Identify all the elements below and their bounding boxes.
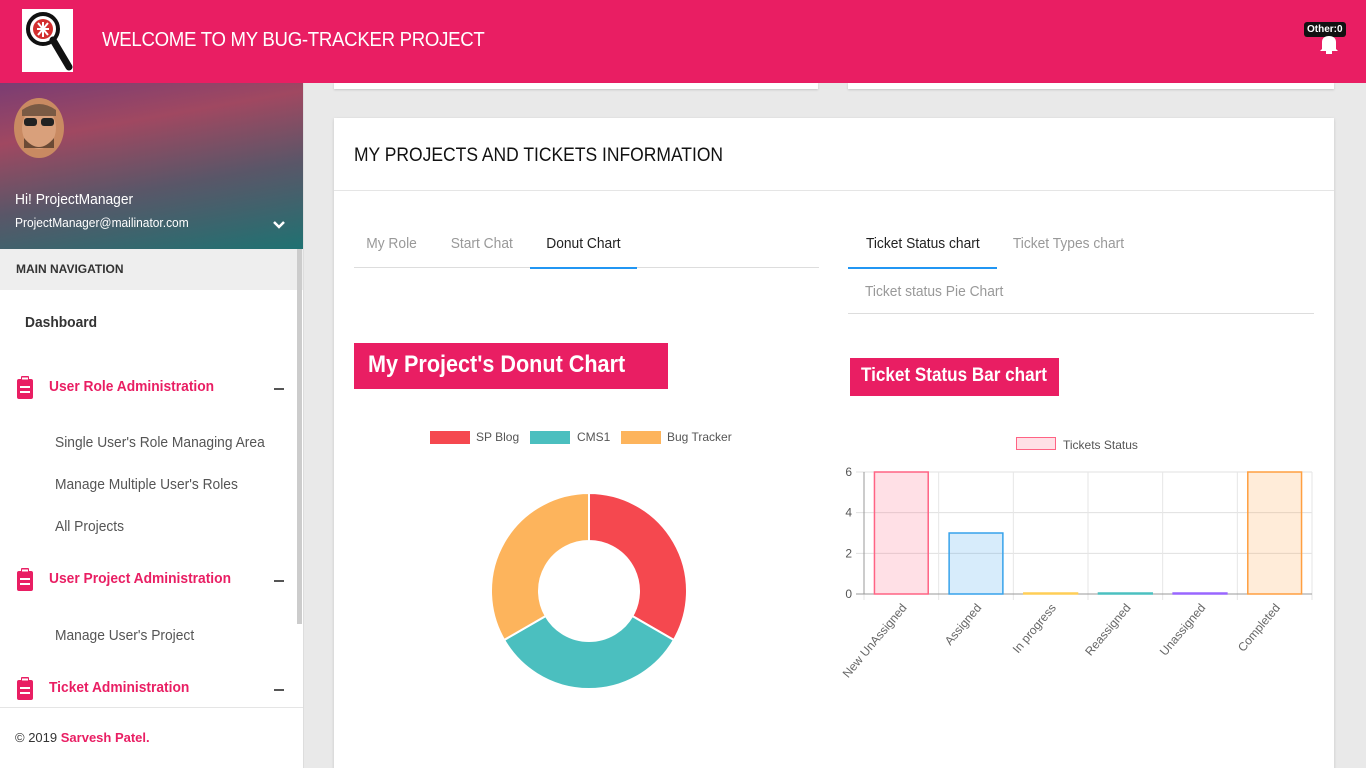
tab-start-chat[interactable]: Start Chat	[434, 220, 530, 268]
background-card	[848, 83, 1334, 89]
author-link[interactable]: Sarvesh Patel.	[61, 730, 150, 745]
sidebar-section-label: Ticket Administration	[49, 679, 190, 696]
collapse-icon[interactable]	[274, 388, 284, 390]
tab-ticket-status-chart[interactable]: Ticket Status chart	[848, 220, 997, 269]
legend-swatch	[530, 431, 570, 444]
legend-swatch	[430, 431, 470, 444]
projects-tickets-card: MY PROJECTS AND TICKETS INFORMATION My R…	[334, 118, 1334, 768]
bar-in-progress[interactable]	[1023, 592, 1079, 595]
y-tick-label: 0	[845, 587, 852, 601]
user-greeting: Hi! ProjectManager	[15, 191, 134, 208]
bar-chart-svg: 0 2 4 6 New UnAssigned Assigned In progress Rea…	[840, 465, 1313, 681]
x-tick-label: Unassigned	[1157, 601, 1208, 659]
bug-magnifier-logo-icon	[26, 12, 73, 71]
card-header: MY PROJECTS AND TICKETS INFORMATION	[334, 118, 1334, 191]
donut-slice-sp-blog[interactable]	[588, 491, 688, 642]
legend-swatch	[1016, 437, 1056, 450]
sidebar-item-single-users-role[interactable]: Single User's Role Managing Area	[55, 434, 265, 451]
chevron-down-icon[interactable]	[271, 217, 287, 233]
sidebar-section-label: User Project Administration	[49, 570, 232, 587]
tab-my-role[interactable]: My Role	[354, 220, 430, 268]
avatar[interactable]	[14, 98, 64, 158]
sidebar-section-user-role-administration[interactable]: User Role Administration	[0, 374, 300, 404]
collapse-icon[interactable]	[274, 689, 284, 691]
donut-slice-cms1[interactable]	[502, 614, 676, 690]
app-logo[interactable]	[22, 9, 73, 72]
card-title: MY PROJECTS AND TICKETS INFORMATION	[354, 145, 724, 166]
app-title: WELCOME TO MY BUG-TRACKER PROJECT	[102, 29, 485, 51]
tab-donut-chart[interactable]: Donut Chart	[530, 220, 637, 269]
user-panel: Hi! ProjectManager ProjectManager@mailin…	[0, 83, 303, 249]
user-email: ProjectManager@mailinator.com	[15, 215, 189, 230]
y-tick-label: 6	[845, 465, 852, 479]
sidebar-item-all-projects[interactable]: All Projects	[55, 518, 124, 535]
x-tick-label: Assigned	[942, 601, 984, 648]
sidebar-item-manage-users-project[interactable]: Manage User's Project	[55, 627, 194, 644]
sidebar-section-user-project-administration[interactable]: User Project Administration	[0, 566, 300, 596]
y-tick-label: 4	[845, 506, 852, 520]
sidebar-item-dashboard[interactable]: Dashboard	[25, 314, 97, 331]
bar-chart: Tickets Status 0 2 4 6 New UnAssigned Assigne…	[834, 428, 1324, 708]
donut-chart-heading: My Project's Donut Chart	[354, 343, 668, 389]
bar-reassigned[interactable]	[1097, 592, 1153, 595]
bar-new-unassigned[interactable]	[873, 471, 929, 595]
clipboard-icon	[15, 568, 35, 592]
clipboard-icon	[15, 677, 35, 701]
tab-ticket-types-chart[interactable]: Ticket Types chart	[1001, 220, 1136, 268]
tab-ticket-status-pie-chart[interactable]: Ticket status Pie Chart	[848, 268, 1020, 316]
bar-completed[interactable]	[1247, 471, 1303, 595]
bar-assigned[interactable]	[948, 532, 1004, 595]
bar-unassigned[interactable]	[1172, 592, 1228, 595]
clipboard-icon	[15, 376, 35, 400]
sidebar-item-manage-multiple-roles[interactable]: Manage Multiple User's Roles	[55, 476, 238, 493]
right-tabs: Ticket Status chart Ticket Types chart T…	[848, 220, 1314, 314]
donut-slice-bug-tracker[interactable]	[490, 491, 590, 642]
sidebar-section-ticket-administration[interactable]: Ticket Administration	[0, 675, 300, 705]
bell-icon[interactable]	[1316, 30, 1342, 56]
donut-chart-svg	[490, 491, 688, 690]
x-tick-label: Completed	[1235, 601, 1283, 654]
legend-label: Tickets Status	[1063, 438, 1138, 452]
sidebar-section-label: User Role Administration	[49, 378, 215, 395]
y-tick-label: 2	[845, 546, 852, 560]
legend-label: SP Blog	[476, 430, 520, 444]
sidebar-footer: © 2019 Sarvesh Patel.	[0, 707, 303, 768]
bar-chart-heading: Ticket Status Bar chart	[850, 358, 1059, 396]
left-tabs: My Role Start Chat Donut Chart	[354, 220, 819, 269]
legend-label: Bug Tracker	[667, 430, 732, 444]
legend-swatch	[621, 431, 661, 444]
legend-label: CMS1	[577, 430, 611, 444]
x-tick-label: New UnAssigned	[840, 601, 910, 681]
collapse-icon[interactable]	[274, 580, 284, 582]
x-tick-label: Reassigned	[1082, 601, 1133, 659]
nav-header: MAIN NAVIGATION	[0, 249, 303, 290]
donut-chart: SP Blog CMS1 Bug Tracker	[424, 423, 754, 703]
sidebar: Hi! ProjectManager ProjectManager@mailin…	[0, 83, 304, 768]
top-bar: WELCOME TO MY BUG-TRACKER PROJECT Other:…	[0, 0, 1366, 83]
background-card	[334, 83, 818, 89]
x-tick-label: In progress	[1010, 601, 1059, 656]
copyright-text: © 2019	[15, 730, 58, 745]
